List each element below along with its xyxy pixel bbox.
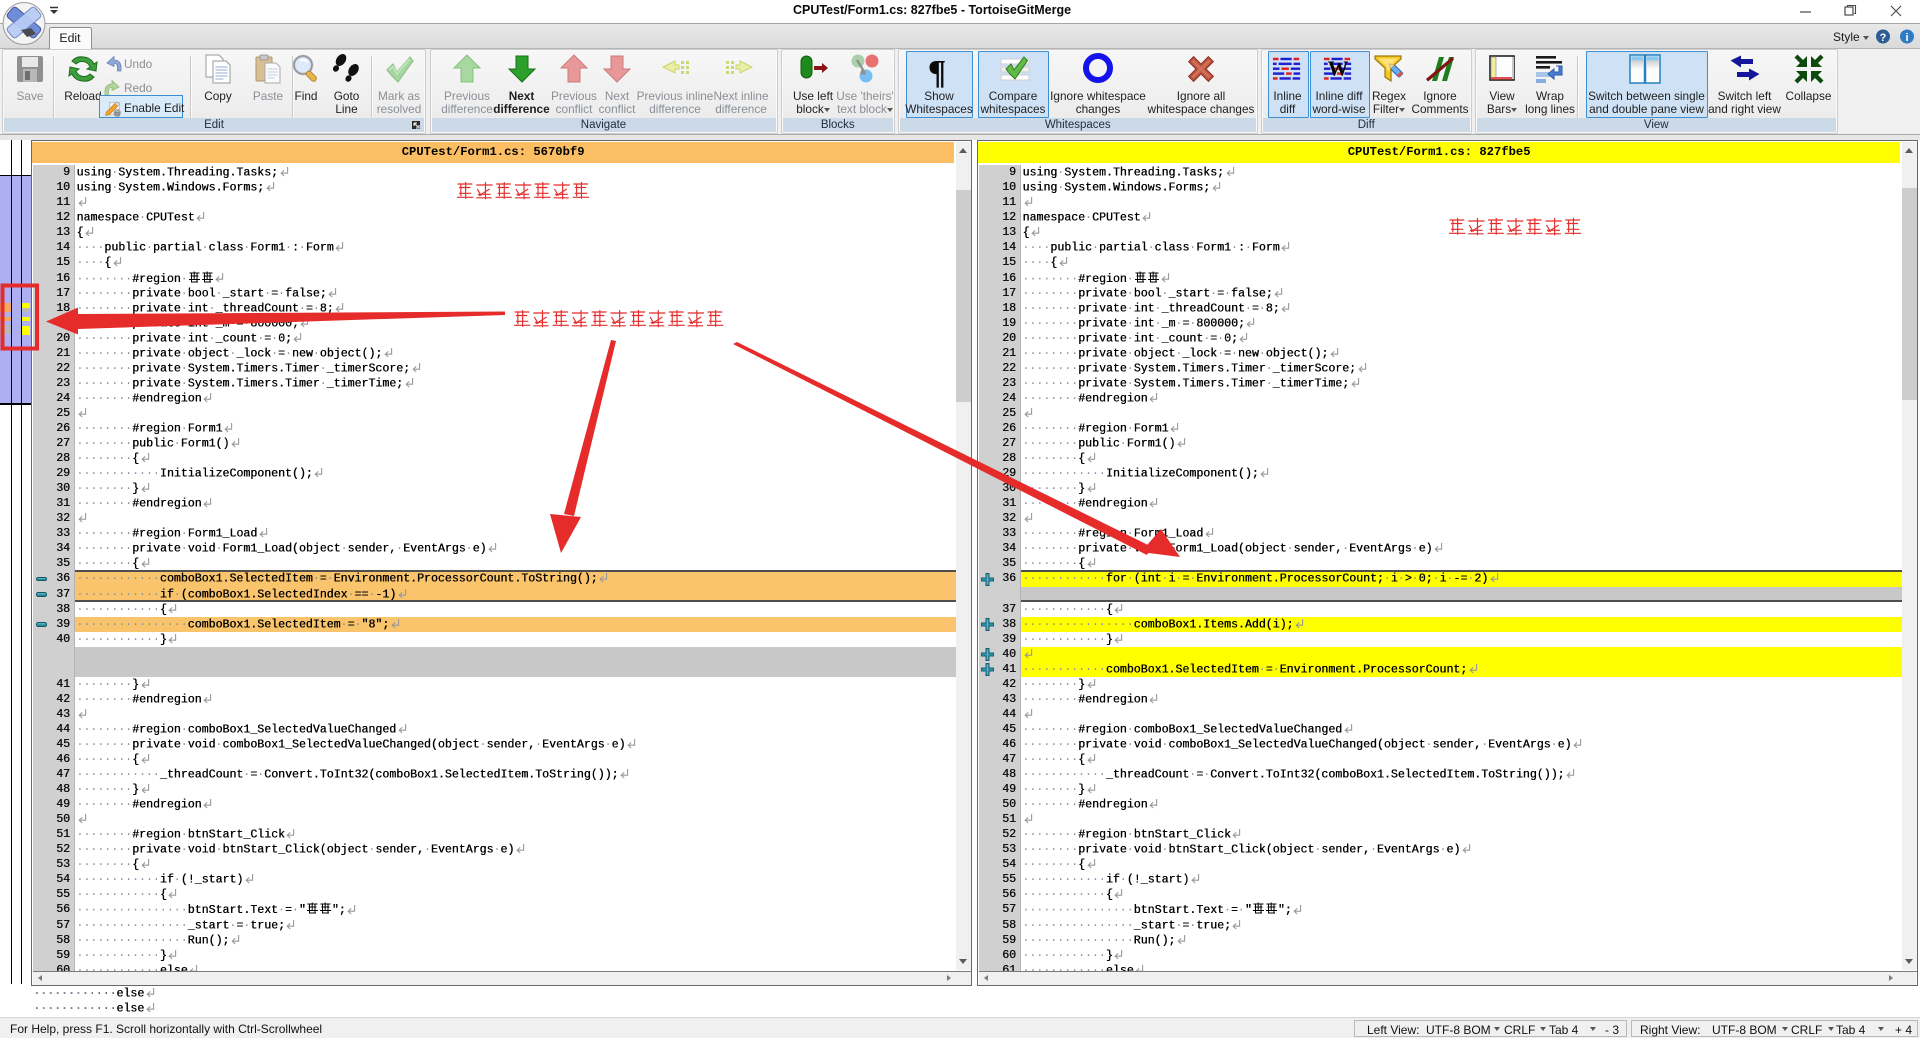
svg-text:i: i (1905, 32, 1908, 44)
svg-text:?: ? (1880, 32, 1887, 44)
svg-text:W: W (1328, 58, 1349, 80)
